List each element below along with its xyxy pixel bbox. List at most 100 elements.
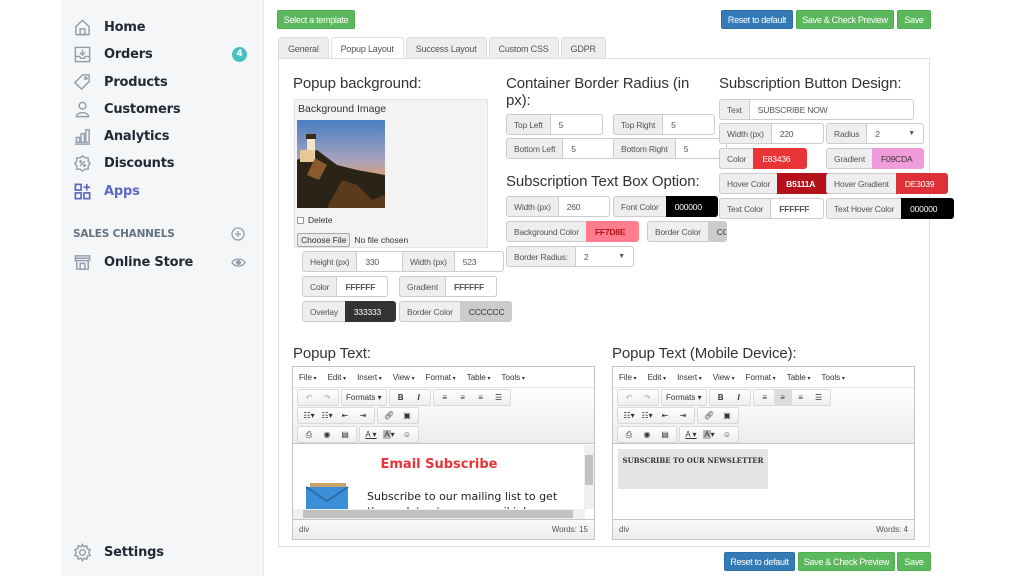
bottom-left-field[interactable]: 5	[562, 138, 616, 159]
preview-icon[interactable]: ◉	[318, 427, 336, 442]
popup-text-content[interactable]: Email Subscribe Subscribe to our mailing…	[293, 445, 594, 519]
save-button[interactable]: Save	[897, 10, 931, 29]
text-color-field[interactable]: FFFFFF	[770, 198, 824, 219]
redo-icon[interactable]: ↷	[318, 390, 336, 405]
align-center-icon[interactable]: ≡	[454, 390, 472, 405]
delete-image-checkbox[interactable]: Delete	[297, 215, 333, 225]
indent-icon[interactable]: ⇥	[674, 408, 692, 423]
menu-tools[interactable]: Tools	[822, 373, 845, 382]
bg-color-icon[interactable]: A ▾	[700, 427, 718, 442]
align-center-icon[interactable]: ≡	[773, 390, 792, 405]
button-text-field[interactable]: SUBSCRIBE NOW	[748, 99, 914, 120]
menu-table[interactable]: Table	[467, 373, 491, 382]
text-box-bg-color-field[interactable]: FF7D8E	[585, 221, 639, 242]
sidebar-item-customers[interactable]: Customers	[61, 96, 264, 122]
tab-success-layout[interactable]: Success Layout	[405, 37, 487, 59]
bullet-list-icon[interactable]: ☷▾	[620, 408, 638, 423]
formats-dropdown[interactable]: Formats ▾	[344, 390, 384, 405]
eye-icon[interactable]	[231, 255, 246, 270]
formats-dropdown[interactable]: Formats ▾	[664, 390, 704, 405]
button-color-field[interactable]: E83436	[753, 148, 807, 169]
redo-icon[interactable]: ↷	[638, 390, 656, 405]
reset-default-button-bottom[interactable]: Reset to default	[724, 552, 795, 571]
menu-format[interactable]: Format	[426, 373, 456, 382]
reset-default-button[interactable]: Reset to default	[721, 10, 793, 29]
link-icon[interactable]: 🔗︎	[700, 408, 718, 423]
link-icon[interactable]: 🔗︎	[380, 408, 398, 423]
button-width-field[interactable]: 220	[770, 123, 824, 144]
image-icon[interactable]: ▣	[398, 408, 416, 423]
menu-edit[interactable]: Edit	[328, 373, 346, 382]
text-color-icon[interactable]: A ▾	[362, 427, 380, 442]
undo-icon[interactable]: ↶	[620, 390, 638, 405]
text-box-border-radius-field[interactable]: 2 ▼	[574, 246, 634, 267]
horizontal-scrollbar[interactable]	[293, 509, 585, 519]
menu-view[interactable]: View	[393, 373, 415, 382]
sidebar-item-analytics[interactable]: Analytics	[61, 123, 264, 149]
add-sales-channel-icon[interactable]	[231, 227, 245, 241]
tab-general[interactable]: General	[278, 37, 329, 59]
sidebar-item-orders[interactable]: Orders 4	[61, 41, 264, 67]
media-icon[interactable]: ▤	[336, 427, 354, 442]
tab-gdpr[interactable]: GDPR	[560, 37, 606, 59]
emoticon-icon[interactable]: ☺	[718, 427, 736, 442]
save-button-bottom[interactable]: Save	[897, 552, 931, 571]
italic-icon[interactable]: I	[730, 390, 748, 405]
align-justify-icon[interactable]: ☰	[810, 390, 828, 405]
sidebar-item-discounts[interactable]: Discounts	[61, 150, 264, 176]
sidebar-item-home[interactable]: Home	[61, 14, 264, 40]
bold-icon[interactable]: B	[712, 390, 730, 405]
sidebar-item-online-store[interactable]: Online Store	[61, 249, 264, 275]
align-right-icon[interactable]: ≡	[472, 390, 490, 405]
align-justify-icon[interactable]: ☰	[490, 390, 508, 405]
outdent-icon[interactable]: ⇤	[656, 408, 674, 423]
menu-file[interactable]: File	[619, 373, 637, 382]
image-icon[interactable]: ▣	[718, 408, 736, 423]
select-template-button[interactable]: Select a template	[277, 10, 355, 29]
menu-view[interactable]: View	[713, 373, 735, 382]
menu-tools[interactable]: Tools	[502, 373, 525, 382]
undo-icon[interactable]: ↶	[300, 390, 318, 405]
sidebar-item-apps[interactable]: Apps	[61, 178, 264, 204]
print-icon[interactable]: ⎙	[300, 427, 318, 442]
overlay-field[interactable]: 333333	[344, 301, 396, 322]
align-right-icon[interactable]: ≡	[792, 390, 810, 405]
top-right-field[interactable]: 5	[662, 114, 715, 135]
bold-icon[interactable]: B	[392, 390, 410, 405]
hover-color-field[interactable]: B5111A	[777, 173, 830, 194]
align-left-icon[interactable]: ≡	[436, 390, 454, 405]
menu-edit[interactable]: Edit	[648, 373, 666, 382]
text-box-width-field[interactable]: 260	[557, 196, 610, 217]
print-icon[interactable]: ⎙	[620, 427, 638, 442]
popup-text-mobile-content[interactable]: SUBSCRIBE TO OUR NEWSLETTER	[613, 445, 914, 519]
bg-color-icon[interactable]: A ▾	[380, 427, 398, 442]
menu-format[interactable]: Format	[746, 373, 776, 382]
save-check-preview-button-bottom[interactable]: Save & Check Preview	[798, 552, 895, 571]
button-gradient-field[interactable]: F09CDA	[872, 148, 924, 169]
text-box-border-color-field[interactable]: CCCCCC	[707, 221, 727, 242]
text-color-icon[interactable]: A ▾	[682, 427, 700, 442]
bg-border-color-field[interactable]: CCCCCC	[459, 301, 512, 322]
emoticon-icon[interactable]: ☺	[398, 427, 416, 442]
menu-insert[interactable]: Insert	[677, 373, 702, 382]
numbered-list-icon[interactable]: ☷▾	[318, 408, 336, 423]
tab-custom-css[interactable]: Custom CSS	[488, 37, 559, 59]
bg-width-field[interactable]: 523	[453, 251, 504, 272]
menu-file[interactable]: File	[299, 373, 317, 382]
choose-file-button[interactable]: Choose File	[297, 233, 351, 247]
font-color-field[interactable]: 000000	[665, 196, 718, 217]
align-left-icon[interactable]: ≡	[756, 390, 774, 405]
bg-height-field[interactable]: 330	[356, 251, 407, 272]
tab-popup-layout[interactable]: Popup Layout	[330, 37, 404, 60]
menu-insert[interactable]: Insert	[357, 373, 382, 382]
save-check-preview-button[interactable]: Save & Check Preview	[796, 10, 894, 29]
menu-table[interactable]: Table	[787, 373, 811, 382]
indent-icon[interactable]: ⇥	[354, 408, 372, 423]
vertical-scrollbar[interactable]	[584, 445, 594, 509]
bullet-list-icon[interactable]: ☷▾	[300, 408, 318, 423]
outdent-icon[interactable]: ⇤	[336, 408, 354, 423]
media-icon[interactable]: ▤	[656, 427, 674, 442]
sidebar-item-settings[interactable]: Settings	[61, 539, 264, 565]
numbered-list-icon[interactable]: ☷▾	[638, 408, 656, 423]
sidebar-item-products[interactable]: Products	[61, 69, 264, 95]
